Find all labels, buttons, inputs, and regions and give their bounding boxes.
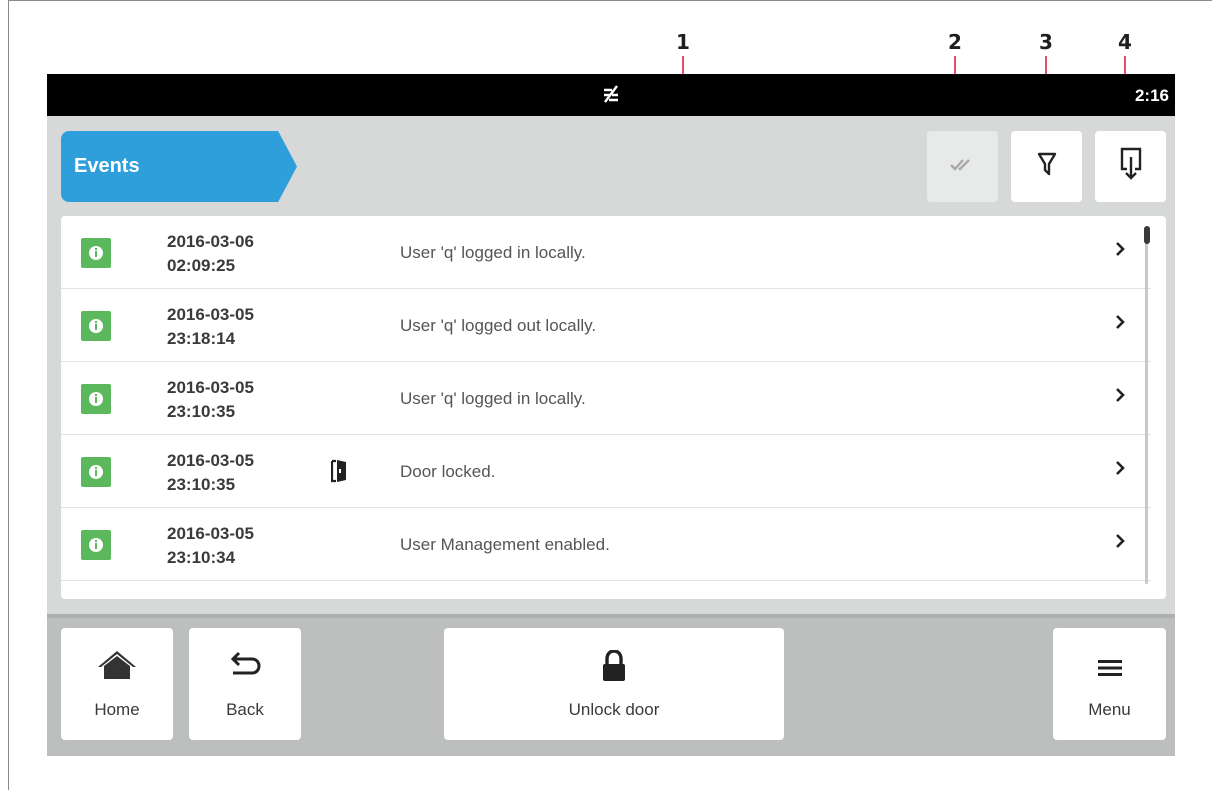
double-check-icon bbox=[949, 157, 976, 176]
event-message: User 'q' logged out locally. bbox=[400, 316, 597, 335]
event-row[interactable]: 2016-03-05 23:10:34 User Management enab… bbox=[61, 508, 1151, 581]
event-date: 2016-03-05 bbox=[167, 305, 254, 324]
event-message: User 'q' logged in locally. bbox=[400, 389, 586, 408]
event-date: 2016-03-06 bbox=[167, 232, 254, 251]
callout-number-3: 3 bbox=[1039, 30, 1053, 54]
acknowledge-all-button[interactable] bbox=[927, 131, 998, 202]
list-scrollbar-thumb[interactable] bbox=[1144, 226, 1150, 244]
hamburger-menu-icon bbox=[1053, 660, 1166, 676]
event-list[interactable]: 2016-03-06 02:09:25 User 'q' logged in l… bbox=[61, 216, 1166, 599]
event-row[interactable]: 2016-03-05 23:10:35 User 'q' logged in l… bbox=[61, 362, 1151, 435]
list-scrollbar-track[interactable] bbox=[1145, 228, 1148, 584]
event-time: 02:09:25 bbox=[167, 256, 236, 275]
chevron-right-icon[interactable] bbox=[1115, 460, 1125, 481]
event-row[interactable]: 2016-03-06 02:09:25 User 'q' logged in l… bbox=[61, 216, 1151, 289]
info-icon bbox=[81, 457, 111, 487]
back-arrow-icon bbox=[189, 650, 301, 680]
info-icon bbox=[81, 311, 111, 341]
callout-number-1: 1 bbox=[676, 30, 690, 54]
bottom-nav-bar: Home Back Unlock door Menu bbox=[47, 614, 1175, 756]
home-label: Home bbox=[94, 700, 140, 719]
chevron-right-icon[interactable] bbox=[1115, 241, 1125, 262]
event-row[interactable]: 2016-03-05 23:10:35 Door locked. bbox=[61, 435, 1151, 508]
event-message: Door locked. bbox=[400, 462, 496, 481]
unlock-door-label: Unlock door bbox=[568, 700, 660, 719]
export-icon bbox=[1119, 147, 1143, 186]
chevron-right-icon[interactable] bbox=[1115, 533, 1125, 554]
title-bar: Events bbox=[47, 116, 1175, 212]
event-date: 2016-03-05 bbox=[167, 451, 254, 470]
network-off-icon bbox=[600, 83, 622, 111]
event-time: 23:18:14 bbox=[167, 329, 236, 348]
event-date: 2016-03-05 bbox=[167, 524, 254, 543]
event-row[interactable]: 2016-03-05 23:18:14 User 'q' logged out … bbox=[61, 289, 1151, 362]
menu-button[interactable]: Menu bbox=[1053, 628, 1166, 740]
info-icon bbox=[81, 530, 111, 560]
home-button[interactable]: Home bbox=[61, 628, 173, 740]
event-message: User 'q' logged in locally. bbox=[400, 243, 586, 262]
chevron-right-icon[interactable] bbox=[1115, 387, 1125, 408]
event-message: User Management enabled. bbox=[400, 535, 610, 554]
menu-label: Menu bbox=[1088, 700, 1131, 719]
info-icon bbox=[81, 238, 111, 268]
filter-icon bbox=[1037, 152, 1057, 181]
callout-number-4: 4 bbox=[1118, 30, 1132, 54]
unlock-door-button[interactable]: Unlock door bbox=[444, 628, 784, 740]
event-date: 2016-03-05 bbox=[167, 378, 254, 397]
status-time: 2:16 bbox=[1134, 86, 1169, 105]
device-screen: 2:16 Events 2016-03-06 02:09:25 User 'q'… bbox=[47, 74, 1175, 756]
chevron-right-icon[interactable] bbox=[1115, 314, 1125, 335]
lock-icon bbox=[444, 650, 784, 682]
export-button[interactable] bbox=[1095, 131, 1166, 202]
filter-button[interactable] bbox=[1011, 131, 1082, 202]
home-icon bbox=[61, 650, 173, 680]
callout-number-2: 2 bbox=[948, 30, 962, 54]
door-icon bbox=[330, 459, 347, 488]
back-button[interactable]: Back bbox=[189, 628, 301, 740]
event-time: 23:10:34 bbox=[167, 548, 236, 567]
event-time: 23:10:35 bbox=[167, 475, 236, 494]
page-title-tab: Events bbox=[61, 131, 297, 202]
event-time: 23:10:35 bbox=[167, 402, 236, 421]
page-title: Events bbox=[74, 155, 140, 177]
back-label: Back bbox=[226, 700, 264, 719]
status-bar: 2:16 bbox=[47, 74, 1175, 116]
info-icon bbox=[81, 384, 111, 414]
